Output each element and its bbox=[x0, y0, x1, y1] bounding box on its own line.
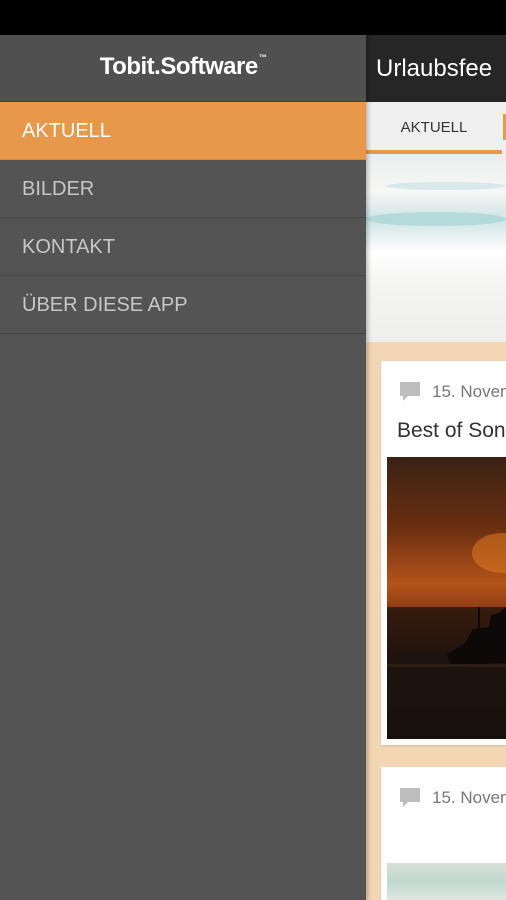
logo-trademark: ™ bbox=[258, 53, 267, 62]
drawer-item-label: BILDER bbox=[22, 178, 95, 200]
comment-icon bbox=[400, 788, 420, 807]
tab-aktuell[interactable]: AKTUELL bbox=[366, 102, 502, 154]
tab-label: AKTUELL bbox=[400, 119, 468, 136]
post-card[interactable]: 15. Novem Best of Son bbox=[381, 361, 506, 745]
sunset-boat-image bbox=[387, 533, 506, 739]
drawer-item-label: KONTAKT bbox=[22, 236, 115, 258]
post-image[interactable] bbox=[387, 863, 506, 900]
hero-wave bbox=[386, 182, 506, 190]
post-image[interactable] bbox=[387, 457, 506, 739]
post-card[interactable]: 15. Novem bbox=[381, 767, 506, 900]
comment-icon bbox=[400, 382, 420, 401]
drawer-header: Tobit.Software™ bbox=[0, 35, 366, 102]
post-date: 15. Novem bbox=[432, 382, 506, 401]
post-date: 15. Novem bbox=[432, 788, 506, 807]
main-content: Urlaubsfee AKTUELL 15. Novem Best of Son bbox=[366, 35, 506, 900]
app-title: Urlaubsfee bbox=[376, 55, 493, 82]
hero-wave bbox=[366, 212, 506, 226]
drawer-item-label: AKTUELL bbox=[22, 120, 111, 142]
drawer-item-label: ÜBER DIESE APP bbox=[22, 294, 188, 316]
post-title[interactable]: Best of Son bbox=[397, 419, 506, 443]
hero-image[interactable] bbox=[366, 154, 506, 342]
status-bar bbox=[0, 0, 506, 35]
drawer-menu: AKTUELL BILDER KONTAKT ÜBER DIESE APP bbox=[0, 102, 366, 334]
app-bar: Urlaubsfee bbox=[366, 35, 506, 102]
drawer-item-aktuell[interactable]: AKTUELL bbox=[0, 102, 366, 160]
drawer-item-bilder[interactable]: BILDER bbox=[0, 160, 366, 218]
drawer-item-ueber-diese-app[interactable]: ÜBER DIESE APP bbox=[0, 276, 366, 334]
navigation-drawer: Tobit.Software™ AKTUELL BILDER KONTAKT Ü… bbox=[0, 35, 366, 900]
tab-bar: AKTUELL bbox=[366, 102, 506, 154]
logo-text: Tobit.Software bbox=[99, 53, 258, 80]
drawer-item-kontakt[interactable]: KONTAKT bbox=[0, 218, 366, 276]
tobit-software-logo: Tobit.Software™ bbox=[0, 53, 366, 81]
